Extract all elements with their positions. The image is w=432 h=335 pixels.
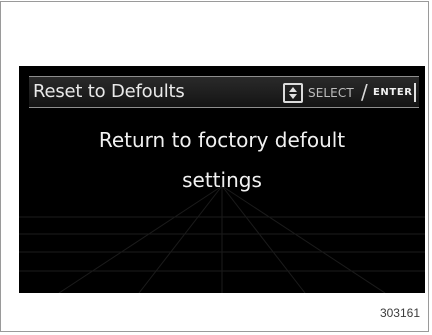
menu-title: Reset to Defoults bbox=[33, 81, 185, 102]
up-down-arrow-glyph bbox=[289, 87, 297, 99]
message-line-1: Return to foctory defoult bbox=[98, 128, 346, 152]
illustration-frame: Reset to Defoults SELECT / ENTER Return … bbox=[0, 1, 429, 332]
up-down-arrow-icon bbox=[283, 83, 303, 103]
select-label: SELECT bbox=[308, 86, 354, 100]
end-marker bbox=[414, 83, 416, 102]
multi-function-display: Reset to Defoults SELECT / ENTER Return … bbox=[19, 66, 425, 293]
menu-header-bar: Reset to Defoults SELECT / ENTER bbox=[29, 76, 419, 108]
figure-number: 303161 bbox=[379, 306, 420, 320]
label-separator: / bbox=[361, 80, 368, 104]
message-line-2: settings bbox=[182, 168, 262, 192]
reset-message: Return to foctory defoult settings bbox=[19, 120, 425, 200]
enter-label: ENTER bbox=[373, 87, 413, 98]
